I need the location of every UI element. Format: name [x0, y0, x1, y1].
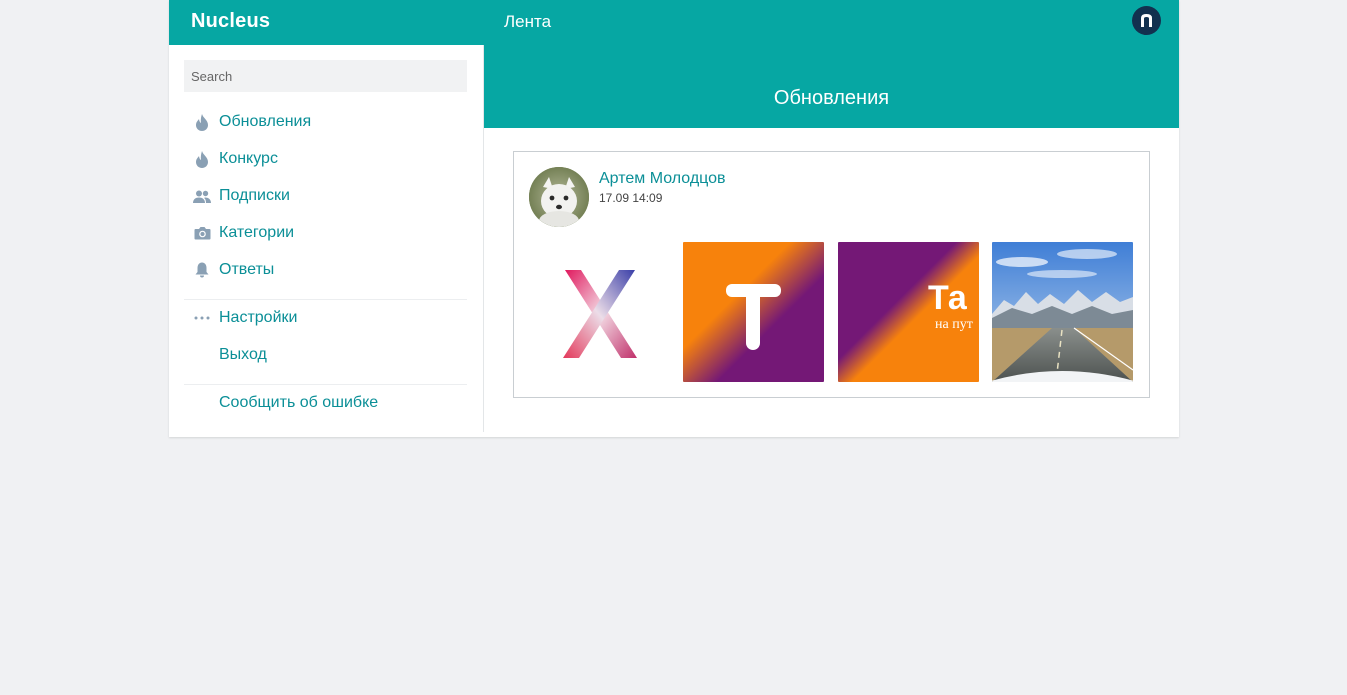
sidebar-divider [184, 384, 467, 385]
travel-logo-subtext: на пут [935, 317, 973, 332]
page-header: Обновления [484, 45, 1179, 128]
sidebar-item-label: Настройки [219, 309, 298, 326]
search-input[interactable] [184, 60, 467, 92]
more-dots-icon [184, 303, 219, 333]
page-title: Обновления [773, 87, 890, 109]
report-error-link[interactable]: Сообщить об ошибке [184, 388, 467, 418]
brand-logo[interactable]: Nucleus [191, 10, 270, 33]
t-logo-image[interactable] [683, 242, 824, 382]
people-icon [184, 181, 219, 211]
sidebar-item-updates[interactable]: Обновления [184, 107, 467, 137]
user-avatar-badge[interactable] [1132, 6, 1161, 35]
sidebar-divider [184, 299, 467, 300]
x-logo-image[interactable] [529, 242, 670, 382]
sidebar-item-answers[interactable]: Ответы [184, 255, 467, 285]
sidebar-item-label: Конкурс [219, 150, 278, 167]
sidebar-item-categories[interactable]: Категории [184, 218, 467, 248]
post-author-link[interactable]: Артем Молодцов [599, 170, 726, 188]
sidebar-item-settings[interactable]: Настройки [184, 303, 467, 333]
sidebar-item-logout[interactable]: Выход [184, 340, 467, 370]
top-bar: Nucleus Лента [169, 0, 1179, 45]
camera-icon [184, 218, 219, 248]
mountain-road-photo[interactable] [992, 242, 1133, 382]
report-error-label: Сообщить об ошибке [219, 394, 379, 411]
app-container: Nucleus Лента Обновления Конкурс Под [169, 0, 1179, 437]
sidebar: Обновления Конкурс Подписки Категории От [169, 45, 484, 432]
post-card: Артем Молодцов 17.09 14:09 Та на пут [513, 151, 1150, 398]
flame-icon [184, 107, 219, 137]
nav-feed-link[interactable]: Лента [504, 12, 551, 32]
post-timestamp: 17.09 14:09 [599, 191, 663, 205]
sidebar-item-label: Ответы [219, 261, 275, 278]
sidebar-item-label: Обновления [219, 113, 312, 130]
n-logo-icon [1141, 14, 1152, 27]
travel-logo-text: Та [928, 279, 968, 317]
avatar[interactable] [529, 167, 589, 227]
sidebar-item-label: Категории [219, 224, 295, 241]
sidebar-item-subscriptions[interactable]: Подписки [184, 181, 467, 211]
sidebar-item-label: Подписки [219, 187, 290, 204]
sidebar-item-label: Выход [219, 346, 267, 363]
flame-icon [184, 144, 219, 174]
bell-icon [184, 255, 219, 285]
sidebar-item-contest[interactable]: Конкурс [184, 144, 467, 174]
travel-logo-image[interactable]: Та на пут [838, 242, 979, 382]
